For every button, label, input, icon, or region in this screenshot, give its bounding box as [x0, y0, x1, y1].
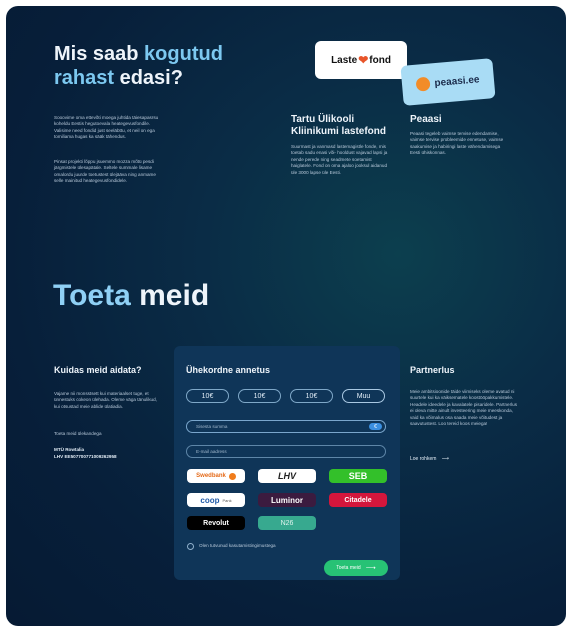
arrow-right-icon: ⟶	[441, 456, 449, 462]
swedbank-icon	[228, 472, 236, 480]
amount-button-2[interactable]: 10€	[238, 389, 281, 403]
peaasi-mark-icon	[415, 76, 432, 92]
company-name: MTÜ Rowtalia	[54, 447, 85, 452]
peaasi-logo: peaasi.ee	[400, 58, 496, 106]
bank-account: LHV EE507700771009262958	[54, 454, 117, 459]
intro-paragraph-2: Pinsat projekti lõppu jsuemmo mozza mõtü…	[54, 159, 156, 184]
section-title-funds: Mis saab kogutud rahast edasi?	[54, 43, 223, 89]
bank-swedbank[interactable]: Swedbank	[187, 469, 245, 483]
bank-luminor[interactable]: Luminor	[258, 493, 316, 507]
donate-submit-label: Toeta meid	[336, 565, 361, 571]
amount-placeholder: Sisesta summa	[196, 424, 228, 429]
help-paragraph: Vajame nii monsstsett kui materiaalset t…	[54, 391, 157, 409]
intro-paragraph-1: Sooovime oma ettevõti moega juhtida täie…	[54, 115, 159, 140]
partner-read-more-link[interactable]: Loe rohkem ⟶	[410, 456, 449, 462]
heart-icon: ❤	[358, 53, 369, 67]
fund1-title: Tartu Ülikooli Kliinikumi lastefond	[291, 114, 387, 137]
terms-checkbox[interactable]	[187, 543, 194, 550]
terms-label: Olen tutvunud kasutamistingimustega	[199, 543, 276, 548]
donation-card: Ühekordne annetus 10€ 10€ 10€ Muu Sisest…	[174, 346, 400, 580]
fund2-title: Peaasi	[410, 114, 442, 125]
email-input[interactable]: E-mail aadress	[186, 445, 386, 458]
bank-revolut[interactable]: Revolut	[187, 516, 245, 530]
donate-submit-button[interactable]: Toeta meid ⟶	[324, 560, 388, 576]
bank-lhv[interactable]: LHV	[258, 469, 316, 483]
amount-button-3[interactable]: 10€	[290, 389, 333, 403]
help-transfer-label: Toeta meid ülekandega	[54, 431, 102, 436]
partner-title: Partnerlus	[410, 365, 455, 375]
page-frame: Mis saab kogutud rahast edasi? Sooovime …	[6, 6, 566, 626]
partner-description: Meie ambitsioonide täide viimiseks oleme…	[410, 389, 517, 427]
bank-seb[interactable]: SEB	[329, 469, 387, 483]
support-title: Toeta meid	[53, 279, 210, 312]
lastefond-logo: Laste ❤ fond	[315, 41, 407, 79]
fund1-description: Suurmast ja vanmasd lastemagistle fonde,…	[291, 144, 388, 175]
currency-badge: €	[369, 423, 382, 430]
bank-coop[interactable]: coop Pank	[187, 493, 245, 507]
amount-button-1[interactable]: 10€	[186, 389, 229, 403]
fund2-description: Peaasi tegeleb vaimse tervise edendamise…	[410, 131, 504, 156]
bank-n26[interactable]: N26	[258, 516, 316, 530]
amount-input[interactable]: Sisesta summa €	[186, 420, 386, 433]
amount-button-other[interactable]: Muu	[342, 389, 385, 403]
donation-title: Ühekordne annetus	[186, 365, 271, 375]
bank-citadele[interactable]: Citadele	[329, 493, 387, 507]
arrow-right-icon: ⟶	[365, 565, 376, 572]
help-title: Kuidas meid aidata?	[54, 365, 142, 375]
